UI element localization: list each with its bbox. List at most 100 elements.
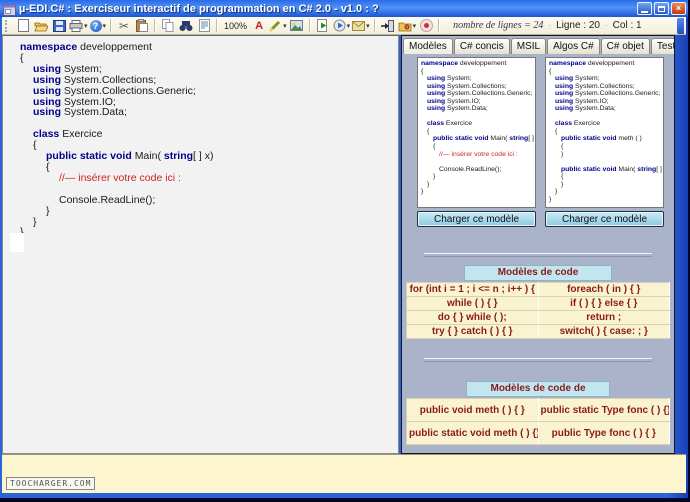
copy-button[interactable] [160,18,176,34]
code-template-cell[interactable]: try { } catch ( ) { } [407,325,539,339]
code-line: } [20,217,398,228]
code-line: public static void Main( string[ ] x) [20,151,398,162]
template-row: for (int i = 1 ; i <= n ; i++ ) {foreach… [407,283,670,297]
window-title: µ-EDI.C# : Exerciseur interactif de prog… [19,3,633,15]
open-file-button[interactable] [33,18,49,34]
close-button[interactable]: × [671,2,686,15]
minimize-button[interactable] [637,2,652,15]
code-line: { [421,68,534,76]
code-line: class Exercice [20,129,398,140]
help-button[interactable]: ?▾ [90,18,107,34]
watermark: TOOCHARGER.COM [6,477,95,490]
status-info: nombre de lignes = 24 · Ligne : 20 · Col… [453,20,641,31]
toolbar-separator [154,19,156,32]
new-document-icon [18,19,29,32]
toolbar-separator [110,19,112,32]
code-line: } [421,188,534,196]
code-template-cell[interactable]: public void meth ( ) { } [407,399,539,422]
tab-algos-c[interactable]: Algos C# [547,38,600,54]
load-model2-button[interactable]: Charger ce modèle [545,211,664,227]
code-line: class Exercice [421,120,534,128]
model-2: namespace developpement{using System;usi… [545,57,664,227]
run-button[interactable]: ▾ [333,18,351,34]
find-button[interactable] [178,18,194,34]
code-template-cell[interactable]: return ; [538,311,670,325]
exit-button[interactable] [380,18,396,34]
maximize-icon [658,6,665,12]
code-line: } [20,227,398,238]
preview-button[interactable] [196,18,212,34]
new-document-button[interactable] [15,18,31,34]
toolbar-grip[interactable] [5,20,11,32]
code-line: public static void Main( string[ ] x) [421,135,534,143]
code-template-cell[interactable]: foreach ( in ) { } [538,283,670,297]
code-line: using System.IO; [549,98,662,106]
code-template-cell[interactable]: do { } while ( ); [407,311,539,325]
template-row: try { } catch ( ) { }switch( ) { case: ;… [407,325,670,339]
code-line: Console.ReadLine(); [421,166,534,174]
code-line: class Exercice [549,120,662,128]
code-template-cell[interactable]: for (int i = 1 ; i <= n ; i++ ) { [407,283,539,297]
code-template-cell[interactable]: if ( ) { } else { } [538,297,670,311]
zoom-level[interactable]: 100% [224,21,247,31]
code-editor[interactable]: namespace developpement{using System;usi… [2,35,399,454]
open-folder-icon [34,20,48,32]
tab-msil[interactable]: MSIL [511,38,546,54]
dropdown-arrow-icon: ▾ [366,22,370,30]
send-button[interactable]: ▾ [352,18,370,34]
cut-button[interactable]: ✂ [116,18,132,34]
divider [424,358,652,362]
document-preview-icon [199,19,210,32]
template-row: public static void meth ( ) {}public Typ… [407,422,670,445]
code-line: } [549,151,662,159]
code-line: using System.Data; [421,105,534,113]
code-line: public static void Main( string[ ] x) [549,166,662,174]
code-line: using System; [421,75,534,83]
title-bar[interactable]: µ-EDI.C# : Exerciseur interactif de prog… [0,0,688,17]
code-line: } [549,181,662,189]
paste-button[interactable] [134,18,150,34]
models-row: namespace developpement{using System;usi… [402,54,674,227]
toolbar-overflow-button[interactable] [677,18,684,34]
options-button[interactable]: ▾ [398,18,417,34]
code-line: } [549,188,662,196]
code-line: namespace developpement [421,60,534,68]
tab-bar: ModèlesC# concisMSILAlgos C#C# objetTest… [402,36,674,54]
code-line: Console.ReadLine(); [20,195,398,206]
help-icon: ? [90,20,102,32]
model2-code-preview: namespace developpement{using System;usi… [545,57,664,208]
font-color-button[interactable]: A [251,18,267,34]
tab-testez-vous[interactable]: Testez vous [651,38,675,54]
code-line [549,158,662,166]
template-row: do { } while ( );return ; [407,311,670,325]
code-template-cell[interactable]: public static Type fonc ( ) {} [538,399,670,422]
toolbar-separator [374,19,376,32]
scissors-icon: ✂ [119,19,129,33]
save-button[interactable] [51,18,67,34]
code-template-cell[interactable]: switch( ) { case: ; } [538,325,670,339]
dropdown-arrow-icon: ▾ [103,22,107,30]
window-controls: × [637,2,686,15]
code-line [421,113,534,121]
code-line [421,158,534,166]
record-button[interactable] [418,18,434,34]
print-button[interactable]: ▾ [69,18,88,34]
code-template-cell[interactable]: public static void meth ( ) {} [407,422,539,445]
tab-c-objet[interactable]: C# objet [601,38,650,54]
code-line: { [549,68,662,76]
maximize-button[interactable] [654,2,669,15]
tab-c-concis[interactable]: C# concis [454,38,510,54]
code-line: using System.Collections.Generic; [549,90,662,98]
load-model1-button[interactable]: Charger ce modèle [417,211,536,227]
export-button[interactable] [315,18,331,34]
highlighter-button[interactable]: ▾ [269,18,287,34]
tab-mod-les[interactable]: Modèles [403,38,453,54]
code-template-cell[interactable]: public Type fonc ( ) { } [538,422,670,445]
insert-image-button[interactable] [289,18,305,34]
code-line: using System.Collections; [549,83,662,91]
dropdown-arrow-icon: ▾ [283,22,287,30]
template-row: public void meth ( ) { }public static Ty… [407,399,670,422]
code-template-cell[interactable]: while ( ) { } [407,297,539,311]
status-bar: TOOCHARGER.COM [2,454,686,493]
status-separator: · [605,21,608,30]
